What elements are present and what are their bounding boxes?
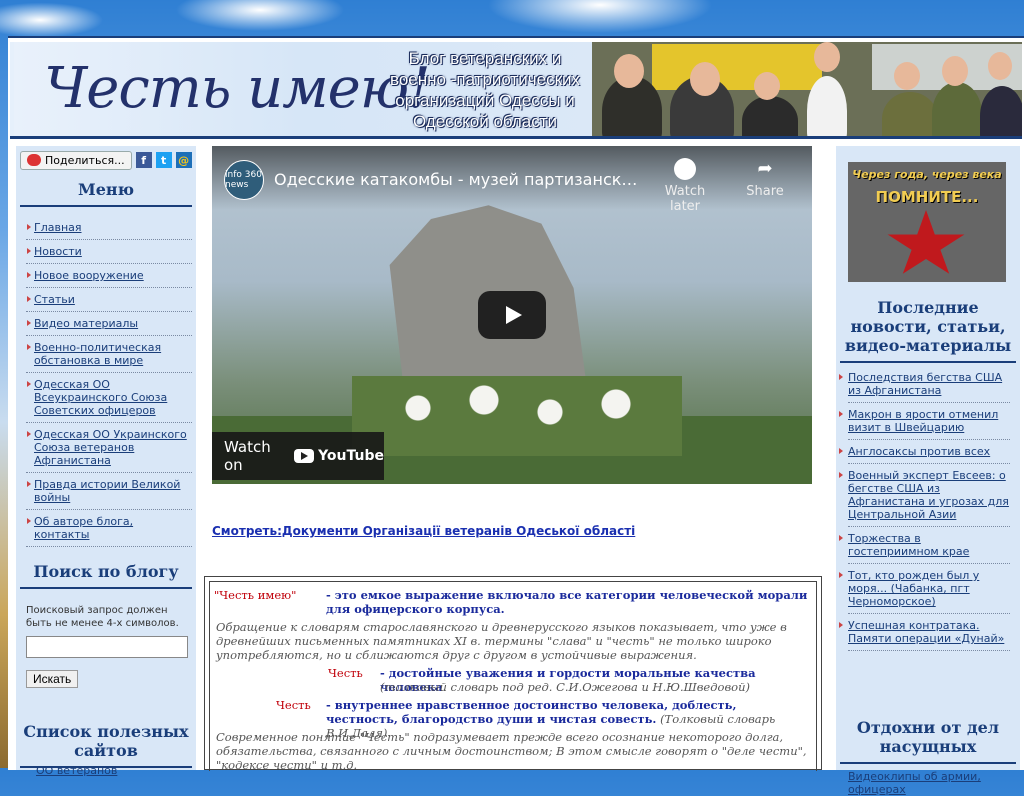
red-star-icon <box>887 210 965 274</box>
share-label: Поделиться... <box>45 153 125 167</box>
menu-item[interactable]: Одесская ОО Украинского Союза ветеранов … <box>26 423 192 473</box>
search-heading-block: Поиск по блогу <box>16 562 196 589</box>
youtube-logo: YouTube <box>294 448 384 464</box>
news-item[interactable]: Торжества в гостеприимном крае <box>839 527 1010 564</box>
left-sidebar: Поделиться... f t @ Меню Главная Новости… <box>16 146 196 777</box>
share-bar: Поделиться... f t @ <box>20 150 192 170</box>
paragraph-2: Современное понятие "Честь" подразумевае… <box>216 730 807 772</box>
term-chest-3: Честь <box>276 698 311 712</box>
menu-item-articles[interactable]: Статьи <box>34 293 75 306</box>
news-item[interactable]: Англосаксы против всех <box>839 440 1010 464</box>
news-link[interactable]: Военный эксперт Евсеев: о бегстве США из… <box>848 469 1009 521</box>
search-heading: Поиск по блогу <box>33 562 179 581</box>
rest-link[interactable]: Видеоклипы об армии, офицерах <box>848 770 1010 796</box>
news-item[interactable]: Тот, кто рожден был у моря... (Чабанка, … <box>839 564 1010 614</box>
news-item[interactable]: Успешная контратака. Памяти операции «Ду… <box>839 614 1010 651</box>
twitter-icon[interactable]: t <box>155 152 172 168</box>
news-heading: Последние новости, статьи, видео-материа… <box>844 298 1012 355</box>
menu-item[interactable]: Правда истории Великой войны <box>26 473 192 510</box>
menu-item-afghan-veterans[interactable]: Одесская ОО Украинского Союза ветеранов … <box>34 428 187 467</box>
menu-item[interactable]: Главная <box>26 216 192 240</box>
menu-item[interactable]: Одесская ОО Всеукраинского Союза Советск… <box>26 373 192 423</box>
documents-link[interactable]: Смотреть:Документи Організації ветеранів… <box>212 524 635 538</box>
news-item[interactable]: Макрон в ярости отменил визит в Швейцари… <box>839 403 1010 440</box>
site-subtitle: Блог ветеранских и военно -патриотически… <box>390 49 580 131</box>
menu-item-home[interactable]: Главная <box>34 221 82 234</box>
site-title: Честь имею! <box>44 56 431 121</box>
news-heading-block: Последние новости, статьи, видео-материа… <box>836 298 1020 363</box>
watch-later-label: Watch later <box>664 184 706 214</box>
definition-1: - это емкое выражение включало все катег… <box>326 588 808 616</box>
menu-item[interactable]: Статьи <box>26 288 192 312</box>
youtube-play-icon <box>294 449 315 463</box>
sky-background <box>0 0 1024 40</box>
banner-title: ПОМНИТЕ... <box>875 188 979 206</box>
menu-item-about[interactable]: Об авторе блога, контакты <box>34 515 133 541</box>
menu-item[interactable]: Новости <box>26 240 192 264</box>
sites-heading-block: Список полезных сайтов <box>16 722 196 768</box>
channel-avatar[interactable]: info 360 news <box>224 160 264 200</box>
search-input[interactable] <box>26 636 188 658</box>
news-link[interactable]: Успешная контратака. Памяти операции «Ду… <box>848 619 1004 645</box>
news-link[interactable]: Макрон в ярости отменил визит в Швейцари… <box>848 408 998 434</box>
menu-item[interactable]: Военно-политическая обстановка в мире <box>26 336 192 373</box>
watch-on-youtube-button[interactable]: Watch on YouTube <box>212 432 384 480</box>
facebook-icon[interactable]: f <box>135 152 152 168</box>
play-button[interactable] <box>478 291 546 339</box>
main-content: info 360 news Одесские катакомбы - музей… <box>204 146 826 772</box>
site-header: Честь имею! Блог ветеранских и военно -п… <box>10 42 1022 139</box>
youtube-embed[interactable]: info 360 news Одесские катакомбы - музей… <box>212 146 812 484</box>
menu-item-weapons[interactable]: Новое вооружение <box>34 269 144 282</box>
term-chest-2: Честь <box>328 666 363 680</box>
news-link[interactable]: Тот, кто рожден был у моря... (Чабанка, … <box>848 569 979 608</box>
rest-heading: Отдохни от дел насущных <box>856 718 1000 756</box>
main-menu: Главная Новости Новое вооружение Статьи … <box>26 216 192 547</box>
banner-tagline: Через года, через века <box>852 168 1002 181</box>
site-link[interactable]: ОО ветеранов <box>36 764 117 777</box>
mail-icon[interactable]: @ <box>175 152 192 168</box>
remember-banner[interactable]: Через года, через века ПОМНИТЕ... <box>848 162 1006 282</box>
news-list: Последствия бегства США из Афганистана М… <box>839 366 1010 651</box>
clock-icon <box>674 158 696 180</box>
logo-banner[interactable]: Честь имею! Блог ветеранских и военно -п… <box>14 42 592 136</box>
menu-heading: Меню <box>77 180 134 199</box>
news-link[interactable]: Англосаксы против всех <box>848 445 990 458</box>
news-item[interactable]: Военный эксперт Евсеев: о бегстве США из… <box>839 464 1010 527</box>
search-button[interactable]: Искать <box>26 670 79 688</box>
menu-item-officers-union[interactable]: Одесская ОО Всеукраинского Союза Советск… <box>34 378 167 417</box>
menu-item[interactable]: Видео материалы <box>26 312 192 336</box>
share-arrow-icon: ➦ <box>757 158 773 179</box>
quote-box: "Честь имею" - это емкое выражение включ… <box>204 576 822 772</box>
search-note: Поисковый запрос должен быть не менее 4-… <box>26 605 179 629</box>
watch-on-label: Watch on <box>224 438 271 474</box>
menu-heading-block: Меню <box>16 180 196 207</box>
term-chest-imeyu: "Честь имею" <box>214 588 297 602</box>
share-video-button[interactable]: ➦ Share <box>740 158 790 199</box>
watch-later-button[interactable]: Watch later <box>650 158 720 214</box>
header-photo <box>592 42 1022 136</box>
menu-item[interactable]: Новое вооружение <box>26 264 192 288</box>
source-2: (толковый словарь под ред. С.И.Ожегова и… <box>380 680 750 694</box>
right-sidebar: Через года, через века ПОМНИТЕ... Послед… <box>836 146 1020 796</box>
share-icon <box>27 154 41 166</box>
rest-heading-block: Отдохни от дел насущных <box>836 718 1020 764</box>
news-link[interactable]: Торжества в гостеприимном крае <box>848 532 969 558</box>
page: Честь имею! Блог ветеранских и военно -п… <box>8 36 1024 796</box>
video-title[interactable]: Одесские катакомбы - музей партизанской … <box>274 170 644 189</box>
menu-item-news[interactable]: Новости <box>34 245 82 258</box>
youtube-label: YouTube <box>318 448 384 464</box>
paragraph-1: Обращение к словарям старославянского и … <box>216 620 787 662</box>
menu-item[interactable]: Об авторе блога, контакты <box>26 510 192 547</box>
menu-item-politics[interactable]: Военно-политическая обстановка в мире <box>34 341 161 367</box>
menu-item-history[interactable]: Правда истории Великой войны <box>34 478 180 504</box>
share-video-label: Share <box>746 184 784 199</box>
menu-item-video[interactable]: Видео материалы <box>34 317 138 330</box>
news-item[interactable]: Последствия бегства США из Афганистана <box>839 366 1010 403</box>
sites-heading: Список полезных сайтов <box>23 722 189 760</box>
news-link[interactable]: Последствия бегства США из Афганистана <box>848 371 1002 397</box>
share-button[interactable]: Поделиться... <box>20 150 132 170</box>
